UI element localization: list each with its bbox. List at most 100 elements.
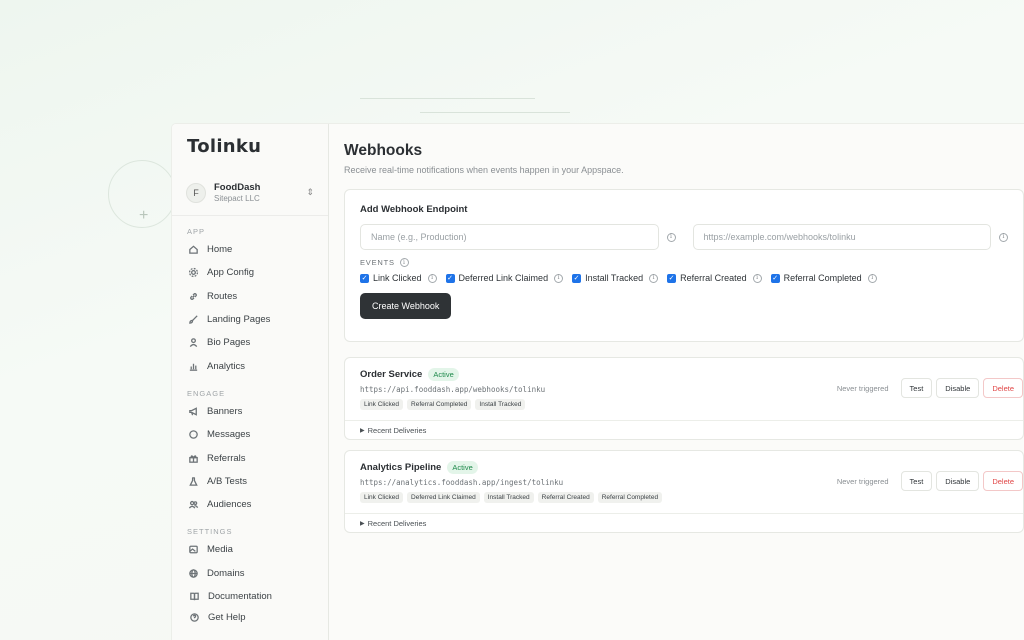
checkbox-checked-icon[interactable]: [770, 273, 780, 283]
sidebar-item-label: Home: [207, 244, 233, 256]
sidebar-item-analytics[interactable]: Analytics: [172, 354, 328, 377]
sidebar-item-audiences[interactable]: Audiences: [172, 493, 328, 516]
sidebar-item-label: Messages: [207, 429, 251, 441]
sidebar-item-label: Referrals: [207, 452, 246, 464]
event-chip: Deferred Link Claimed: [407, 492, 480, 503]
brush-icon: [187, 314, 199, 326]
webhook-card: Analytics Pipeline Active https://analyt…: [344, 450, 1024, 533]
sidebar-item-app-config[interactable]: App Config: [172, 261, 328, 284]
event-chip: Install Tracked: [475, 399, 526, 410]
main-content: Webhooks Receive real-time notifications…: [329, 124, 1024, 640]
info-icon[interactable]: i: [752, 273, 762, 283]
sidebar-item-label: Bio Pages: [207, 337, 251, 349]
image-icon: [187, 544, 199, 556]
decor-line: [420, 112, 570, 113]
sidebar-item-get-help[interactable]: Get Help: [172, 607, 328, 628]
sidebar-item-label: A/B Tests: [207, 475, 247, 487]
add-webhook-card: Add Webhook Endpoint i i EVENTS i Link C…: [344, 189, 1024, 342]
decor-line: [360, 98, 535, 99]
sidebar-section-label: APP: [187, 227, 206, 236]
sidebar-item-label: Documentation: [208, 591, 272, 602]
sidebar-item-banners[interactable]: Banners: [172, 400, 328, 423]
decor-plus: +: [139, 207, 149, 224]
recent-deliveries-toggle[interactable]: ▶ Recent Deliveries: [345, 513, 1023, 532]
info-icon[interactable]: i: [554, 273, 564, 283]
webhook-name-input[interactable]: [360, 224, 659, 250]
sidebar-item-documentation[interactable]: Documentation: [172, 586, 328, 607]
flask-icon: [187, 475, 199, 487]
webhook-event-chips: Link Clicked Referral Completed Install Tr…: [360, 399, 1023, 410]
disable-button[interactable]: Disable: [936, 378, 980, 398]
event-chip: Link Clicked: [360, 399, 404, 410]
sidebar-item-label: Media: [207, 544, 233, 556]
event-chip: Link Clicked: [360, 492, 404, 503]
sidebar: Tolinku F FoodDash Sitepact LLC ⇕ APP Hom…: [172, 124, 329, 640]
workspace-avatar: F: [186, 182, 206, 203]
last-triggered-text: Never triggered: [836, 383, 889, 393]
chat-icon: [187, 429, 199, 441]
event-checkbox-referral-created[interactable]: Referral Created i: [667, 273, 762, 283]
disable-button[interactable]: Disable: [936, 471, 980, 491]
sidebar-item-a-b-tests[interactable]: A/B Tests: [172, 470, 328, 493]
event-chip: Referral Completed: [597, 492, 663, 503]
last-triggered-text: Never triggered: [836, 476, 889, 486]
delete-button[interactable]: Delete: [983, 378, 1023, 398]
status-badge: Active: [428, 368, 459, 381]
event-checkbox-link-clicked[interactable]: Link Clicked i: [360, 273, 437, 283]
sidebar-item-landing-pages[interactable]: Landing Pages: [172, 308, 328, 331]
gift-icon: [187, 452, 199, 464]
sidebar-item-referrals[interactable]: Referrals: [172, 446, 328, 469]
events-label-row: EVENTS i: [360, 258, 1008, 267]
event-checkbox-referral-completed[interactable]: Referral Completed i: [770, 273, 877, 283]
create-webhook-button[interactable]: Create Webhook: [360, 293, 452, 319]
info-icon[interactable]: i: [666, 232, 676, 242]
add-webhook-title: Add Webhook Endpoint: [360, 204, 468, 215]
test-button[interactable]: Test: [900, 378, 933, 398]
workspace-org: Sitepact LLC: [214, 194, 260, 203]
workspace-switcher[interactable]: F FoodDash Sitepact LLC ⇕: [172, 170, 328, 216]
delete-button[interactable]: Delete: [983, 471, 1023, 491]
sidebar-item-home[interactable]: Home: [172, 238, 328, 261]
sidebar-item-bio-pages[interactable]: Bio Pages: [172, 331, 328, 354]
sidebar-item-label: Banners: [207, 405, 243, 417]
workspace-name: FoodDash: [214, 182, 261, 193]
checkbox-checked-icon[interactable]: [360, 273, 369, 283]
checkbox-checked-icon[interactable]: [572, 273, 582, 283]
sidebar-item-label: Audiences: [207, 499, 252, 511]
status-badge: Active: [447, 461, 478, 474]
info-icon[interactable]: i: [399, 258, 409, 267]
help-icon: [188, 612, 200, 624]
sidebar-item-messages[interactable]: Messages: [172, 423, 328, 446]
event-label: Referral Created: [680, 273, 747, 283]
event-checkbox-install-tracked[interactable]: Install Tracked i: [572, 273, 659, 283]
webhook-url-input[interactable]: [692, 224, 992, 250]
checkbox-checked-icon[interactable]: [445, 273, 455, 283]
info-icon[interactable]: i: [649, 273, 659, 283]
event-label: Deferred Link Claimed: [458, 273, 549, 283]
info-icon[interactable]: i: [427, 273, 437, 283]
test-button[interactable]: Test: [900, 471, 933, 491]
sidebar-item-domains[interactable]: Domains: [172, 562, 328, 585]
chevron-up-down-icon[interactable]: ⇕: [306, 187, 314, 198]
user-icon: [187, 337, 199, 349]
info-icon[interactable]: i: [999, 232, 1008, 242]
sidebar-item-label: Routes: [207, 290, 238, 302]
checkbox-checked-icon[interactable]: [667, 273, 677, 283]
logo: Tolinku: [187, 136, 262, 157]
bar-chart-icon: [187, 360, 199, 372]
events-label: EVENTS: [360, 258, 395, 267]
info-icon[interactable]: i: [867, 273, 877, 283]
recent-deliveries-label: Recent Deliveries: [367, 518, 427, 528]
sidebar-item-label: Domains: [207, 567, 245, 579]
app-window: Tolinku F FoodDash Sitepact LLC ⇕ APP Hom…: [172, 124, 1024, 640]
sidebar-item-media[interactable]: Media: [172, 538, 328, 561]
webhook-name: Analytics Pipeline: [360, 462, 442, 473]
event-checkbox-deferred-link-claimed[interactable]: Deferred Link Claimed i: [445, 273, 564, 283]
book-icon: [188, 591, 200, 603]
event-label: Link Clicked: [373, 273, 422, 283]
recent-deliveries-toggle[interactable]: ▶ Recent Deliveries: [345, 420, 1023, 439]
webhook-name: Order Service: [360, 369, 423, 380]
event-label: Referral Completed: [783, 273, 862, 283]
sidebar-item-routes[interactable]: Routes: [172, 285, 328, 308]
gear-icon: [187, 267, 199, 279]
